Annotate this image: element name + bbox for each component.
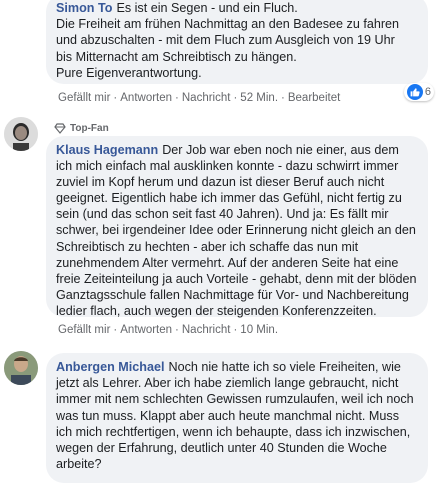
message-button[interactable]: Nachricht	[182, 324, 231, 336]
badge-label: Top-Fan	[70, 123, 109, 134]
comment-bubble: Anbergen Michael Noch nie hatte ich so vi…	[46, 353, 428, 483]
avatar[interactable]	[4, 117, 38, 151]
comment-author[interactable]: Anbergen Michael	[56, 360, 164, 374]
comment-line: Die Freiheit am frühen Nachmittag an den…	[56, 17, 400, 32]
comment-line: und abzuschalten - mit dem Fluch zum Aus…	[56, 33, 395, 48]
reaction-number: 6	[424, 86, 431, 98]
comment-text: Der Job war eben noch nie einer, aus dem…	[56, 143, 417, 318]
top-fan-badge: Top-Fan	[54, 123, 109, 134]
comment-bubble: Klaus Hagemann Der Job war eben noch nie …	[46, 136, 428, 318]
reaction-count[interactable]: 6	[403, 83, 434, 101]
comment-actions: Gefällt mir · Antworten · Nachricht · 10 Min.	[58, 324, 279, 336]
comment-author[interactable]: Klaus Hagemann	[56, 143, 158, 157]
like-button[interactable]: Gefällt mir	[58, 92, 110, 104]
comment-line: bis Mitternacht am Schreibtisch zu hänge…	[56, 49, 297, 64]
reply-button[interactable]: Antworten	[120, 92, 172, 104]
like-button[interactable]: Gefällt mir	[58, 324, 110, 336]
comment-author[interactable]: Simon To	[56, 1, 112, 15]
message-button[interactable]: Nachricht	[182, 92, 231, 104]
timestamp[interactable]: 10 Min.	[240, 324, 278, 336]
reply-button[interactable]: Antworten	[120, 324, 172, 336]
edited-label: Bearbeitet	[287, 92, 341, 104]
comment-actions: Gefällt mir · Antworten · Nachricht · 52 Min. ·…	[58, 92, 341, 104]
timestamp[interactable]: 52 Min.	[240, 92, 278, 104]
comment-line: Es ist ein Segen - und ein Fluch.	[116, 1, 298, 15]
like-icon	[406, 84, 423, 100]
avatar[interactable]	[4, 351, 38, 385]
diamond-icon	[54, 123, 66, 134]
comment-text: Noch nie hatte ich so viele Freiheiten, …	[56, 360, 414, 472]
comment-line: Pure Eigenverantwortung.	[56, 65, 202, 80]
comment-bubble: Simon To Es ist ein Segen - und ein Fluch…	[46, 0, 428, 84]
